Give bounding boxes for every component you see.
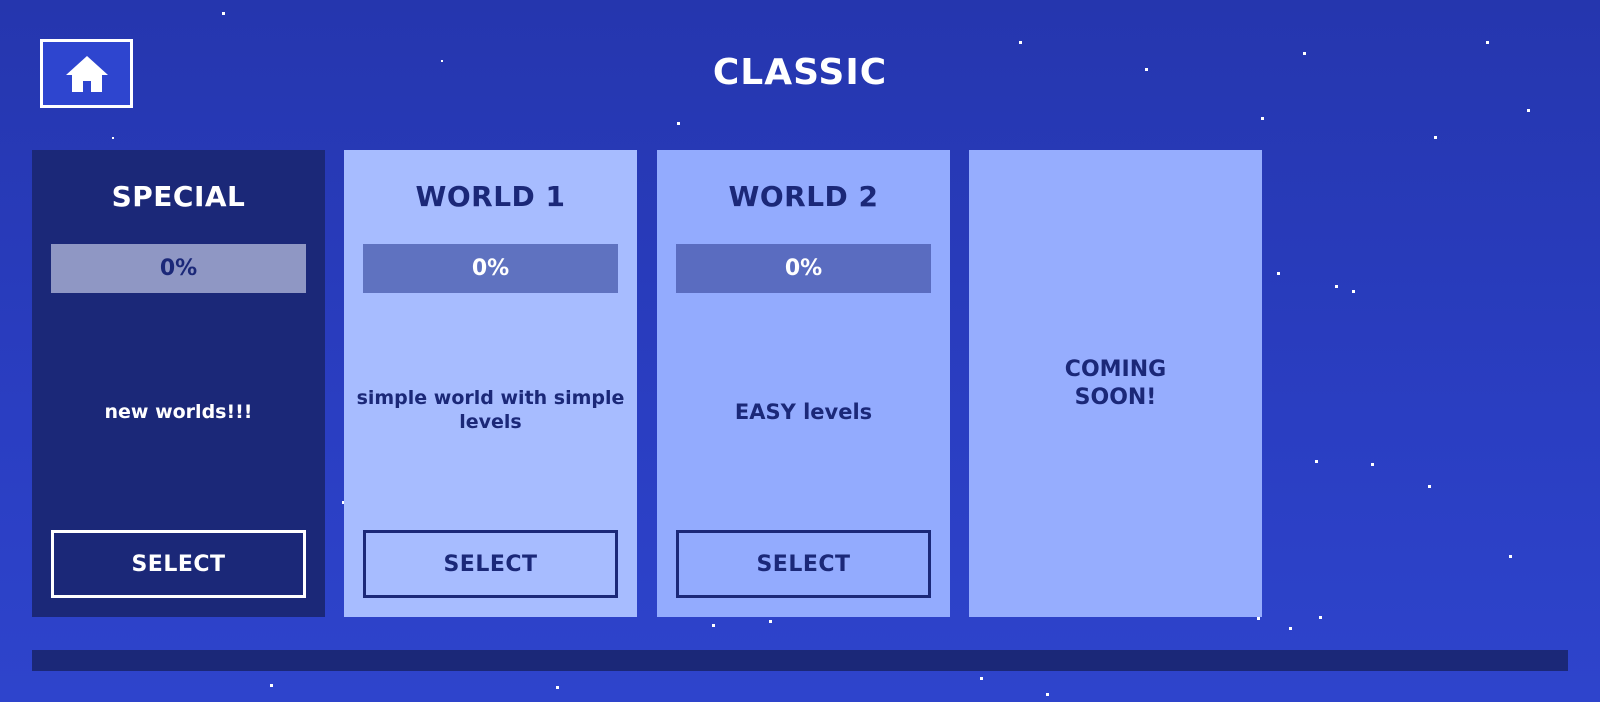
- card-description: EASY levels: [734, 400, 873, 424]
- select-button-world-1[interactable]: SELECT: [363, 530, 618, 598]
- progress-bar: 0%: [363, 244, 618, 293]
- progress-bar: 0%: [676, 244, 931, 293]
- world-card-coming-soon: COMING SOON!: [969, 150, 1262, 617]
- progress-label: 0%: [784, 256, 823, 281]
- progress-label: 0%: [159, 256, 198, 281]
- world-card-special: SPECIAL 0% new worlds!!! SELECT: [32, 150, 325, 617]
- progress-label: 0%: [471, 256, 510, 281]
- coming-soon-label: COMING SOON!: [1064, 357, 1167, 410]
- page-title: CLASSIC: [712, 52, 888, 93]
- select-button-world-2[interactable]: SELECT: [676, 530, 931, 598]
- card-title: SPECIAL: [111, 180, 246, 213]
- world-card-world-1: WORLD 1 0% simple world with simple leve…: [344, 150, 637, 617]
- card-title: WORLD 2: [728, 180, 879, 213]
- world-card-world-2: WORLD 2 0% EASY levels SELECT: [657, 150, 950, 617]
- card-description: simple world with simple levels: [356, 387, 625, 433]
- card-description: new worlds!!!: [104, 401, 253, 423]
- bottom-bar: [32, 650, 1568, 671]
- progress-bar: 0%: [51, 244, 306, 293]
- select-button-special[interactable]: SELECT: [51, 530, 306, 598]
- card-title: WORLD 1: [415, 180, 566, 213]
